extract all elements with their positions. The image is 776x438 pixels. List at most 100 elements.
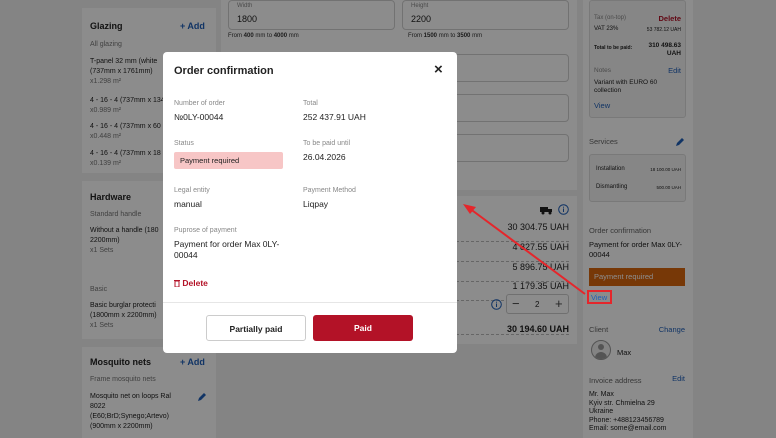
total-value: 252 437.91 UAH bbox=[303, 112, 366, 122]
modal-title: Order confirmation bbox=[174, 65, 274, 77]
height-hint-mid: mm to bbox=[438, 33, 456, 39]
right-sidebar: Tax (on-top) Delete VAT 23% 53 782.12 UA… bbox=[583, 0, 693, 438]
height-hint-unit: mm bbox=[472, 33, 483, 39]
client-name: Max bbox=[617, 348, 632, 357]
height-label: Height bbox=[411, 3, 429, 9]
height-hint-min: 1500 bbox=[423, 33, 438, 39]
quantity-stepper[interactable]: − 2 + bbox=[506, 294, 569, 314]
decrement-button[interactable]: − bbox=[512, 296, 520, 311]
tax-label: Tax (on-top) bbox=[594, 15, 627, 21]
vat-value: 53 782.12 UAH bbox=[646, 27, 681, 33]
invoice-title: Invoice address bbox=[589, 376, 642, 385]
notes-view-link[interactable]: View bbox=[594, 101, 610, 110]
hardware-basic-label: Basic bbox=[90, 286, 108, 293]
mosquito-title: Mosquito nets bbox=[90, 357, 151, 367]
glazing-subtitle: All glazing bbox=[90, 41, 122, 48]
legal-entity-label: Legal entity bbox=[174, 187, 210, 194]
quantity-value[interactable]: 2 bbox=[535, 300, 539, 309]
hardware-standard-label: Standard handle bbox=[90, 211, 142, 218]
purpose-label: Puprose of payment bbox=[174, 227, 237, 234]
tax-delete-button[interactable]: Delete bbox=[658, 14, 681, 23]
invoice-line: Kyiv str. Chmielna 29 bbox=[589, 399, 655, 407]
order-confirmation-modal: Order confirmation × Number of order №0L… bbox=[163, 52, 457, 353]
add-mosquito-button[interactable]: + Add bbox=[180, 357, 205, 367]
delete-button[interactable]: Delete bbox=[174, 278, 208, 288]
client-title: Client bbox=[589, 325, 609, 334]
width-hint-unit: mm bbox=[288, 33, 299, 39]
paid-button[interactable]: Paid bbox=[313, 315, 413, 341]
mosquito-frame-label: Frame mosquito nets bbox=[90, 376, 156, 383]
width-hint-max: 4000 bbox=[273, 33, 288, 39]
due-date-value: 26.04.2026 bbox=[303, 152, 346, 162]
status-label: Status bbox=[174, 140, 194, 147]
order-number-value: №0LY-00044 bbox=[174, 112, 224, 122]
total-currency: UAH bbox=[666, 50, 681, 57]
width-hint-prefix: From bbox=[228, 33, 242, 39]
mosquito-line: (900mm x 2200mm) bbox=[90, 423, 153, 430]
notes-edit-button[interactable]: Edit bbox=[668, 66, 681, 75]
add-glazing-button[interactable]: + Add bbox=[180, 21, 205, 31]
status-badge: Payment required bbox=[174, 152, 283, 169]
trash-icon bbox=[174, 280, 180, 288]
summary-card: Tax (on-top) Delete VAT 23% 53 782.12 UA… bbox=[589, 0, 686, 118]
services-title: Services bbox=[589, 137, 618, 146]
invoice-line: Mr. Max bbox=[589, 391, 614, 398]
due-date-label: To be paid until bbox=[303, 140, 351, 147]
item-total: 30 194.60 UAH bbox=[441, 324, 569, 335]
order-view-link[interactable]: View bbox=[587, 290, 612, 304]
installation-value: 18 100.00 UAH bbox=[650, 167, 681, 172]
avatar-head bbox=[598, 344, 604, 350]
info-icon[interactable] bbox=[491, 299, 502, 310]
dismantling-label: Dismantling bbox=[596, 184, 628, 190]
payment-method-value: Liqpay bbox=[303, 199, 329, 209]
total-value: 310 498.63 bbox=[648, 42, 681, 49]
vat-label: VAT 23% bbox=[594, 26, 619, 32]
info-icon[interactable] bbox=[558, 204, 569, 215]
width-hint-mid: mm to bbox=[255, 33, 273, 39]
pencil-icon[interactable] bbox=[675, 137, 685, 147]
modal-close-button[interactable]: × bbox=[434, 61, 443, 78]
partially-paid-button[interactable]: Partially paid bbox=[206, 315, 306, 341]
mosquito-line: 8022 bbox=[90, 403, 106, 410]
mosquito-item: Mosquito net on loops Ral 8022 (E60;BrD;… bbox=[90, 392, 200, 432]
order-confirmation-title: Order confirmation bbox=[589, 226, 652, 235]
price-row: 4 827.55 UAH bbox=[441, 240, 569, 262]
width-field[interactable]: Width 1800 bbox=[228, 0, 395, 30]
width-hint-min: 400 bbox=[243, 33, 254, 39]
delete-label: Delete bbox=[182, 278, 208, 288]
price-row: 30 304.75 UAH bbox=[441, 220, 569, 242]
increment-button[interactable]: + bbox=[555, 296, 563, 311]
height-hint-max: 3500 bbox=[457, 33, 471, 39]
order-confirmation-text: Payment for order Max 0LY-00044 bbox=[589, 240, 682, 259]
avatar-body bbox=[595, 352, 607, 359]
invoice-edit-button[interactable]: Edit bbox=[672, 374, 685, 383]
height-hint-prefix: From bbox=[408, 33, 422, 39]
pencil-icon[interactable] bbox=[197, 392, 207, 402]
invoice-address: Mr. Max Kyiv str. Chmielna 29 Ukraine Ph… bbox=[589, 391, 667, 434]
client-change-button[interactable]: Change bbox=[659, 325, 685, 334]
dismantling-value: 500.00 UAH bbox=[656, 185, 681, 190]
mosquito-panel: Mosquito nets + Add Frame mosquito nets … bbox=[82, 347, 216, 438]
notes-label: Notes bbox=[594, 67, 611, 74]
order-number-label: Number of order bbox=[174, 100, 225, 107]
payment-method-label: Payment Method bbox=[303, 187, 356, 194]
height-hint: From 1500 mm to 3500 mm bbox=[408, 33, 482, 39]
order-status-badge: Payment required bbox=[589, 268, 685, 286]
width-hint: From 400 mm to 4000 mm bbox=[228, 33, 299, 39]
avatar bbox=[591, 340, 611, 360]
invoice-line: Ukraine bbox=[589, 408, 614, 415]
truck-icon[interactable] bbox=[540, 205, 554, 215]
height-field[interactable]: Height 2200 bbox=[402, 0, 569, 30]
legal-entity-value: manual bbox=[174, 199, 202, 209]
invoice-line: Email: some@email.com bbox=[589, 425, 667, 432]
services-card: Installation 18 100.00 UAH Dismantling 5… bbox=[589, 154, 686, 202]
notes-text: Variant with EURO 60 collection bbox=[594, 79, 658, 94]
total-label: Total to be paid: bbox=[594, 45, 633, 51]
width-value: 1800 bbox=[237, 14, 258, 24]
total-label: Total bbox=[303, 100, 318, 107]
modal-divider bbox=[163, 302, 457, 303]
height-value: 2200 bbox=[411, 14, 432, 24]
hardware-title: Hardware bbox=[90, 192, 132, 202]
glazing-title: Glazing bbox=[90, 21, 123, 31]
mosquito-line: (E60;BrD;Synego;Artevo) bbox=[90, 413, 169, 420]
